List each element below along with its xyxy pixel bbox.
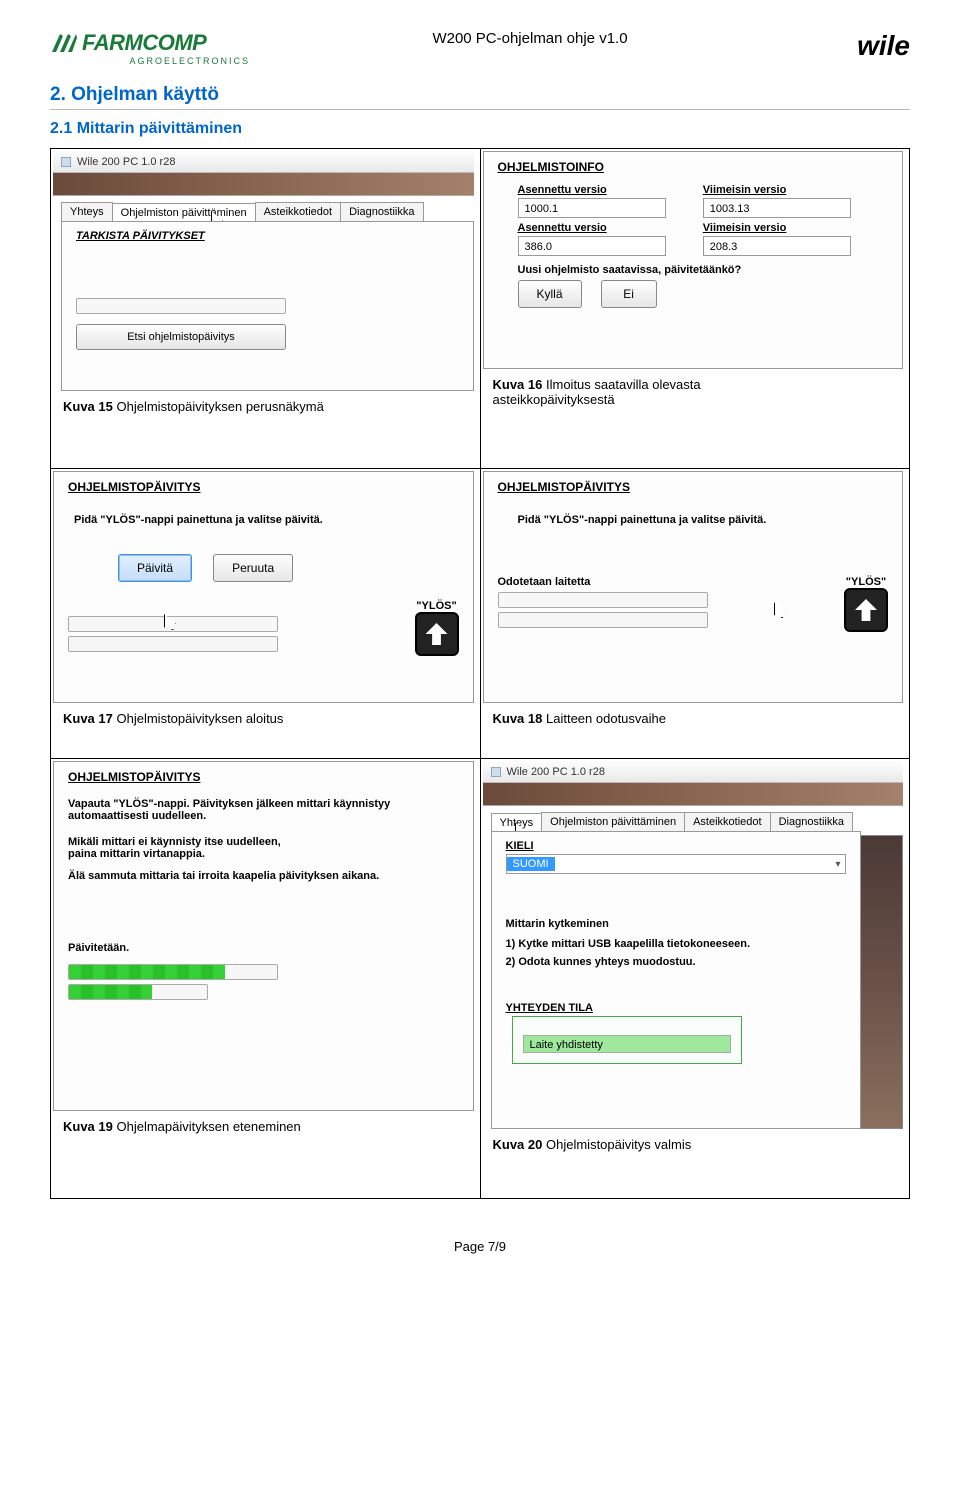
connection-status-label: YHTEYDEN TILA [506,1002,860,1014]
update-button[interactable]: Päivitä [118,554,192,582]
progress-bar-1 [69,965,225,979]
window-icon [491,767,501,777]
latest-version-label-1: Viimeisin versio [703,184,868,196]
release-instruction-2b: paina mittarin virtanappia. [68,848,459,860]
figure-grid: Wile 200 PC 1.0 r28 Yhteys Ohjelmiston p… [50,148,910,1199]
updating-label: Päivitetään. [68,942,459,954]
section-heading-2: 2.1 Mittarin päivittäminen [50,120,910,138]
device-photo-placeholder [861,835,904,1129]
hold-up-instruction-2: Pidä "YLÖS"-nappi painettuna ja valitse … [518,514,889,526]
window-icon [61,157,71,167]
installed-version-label-1: Asennettu versio [518,184,683,196]
installed-version-value-2: 386.0 [518,236,667,256]
language-label: KIELI [506,840,846,852]
ylos-label-1: "YLÖS" [415,600,459,612]
caption-kuva-19: Kuva 19 Ohjelmapäivityksen eteneminen [51,1111,480,1144]
window-title-text: Wile 200 PC 1.0 r28 [507,766,605,778]
tab-diagnostiikka[interactable]: Diagnostiikka [770,812,853,831]
latest-version-value-1: 1003.13 [703,198,852,218]
page-footer: Page 7/9 [50,1239,910,1254]
document-title: W200 PC-ohjelman ohje v1.0 [250,30,810,47]
up-arrow-icon [844,588,888,632]
tab-paivitys[interactable]: Ohjelmiston päivittäminen [541,812,685,831]
tab-diagnostiikka[interactable]: Diagnostiikka [340,202,423,221]
logo-farmcomp-text: FARMCOMP [82,30,206,56]
update-question-text: Uusi ohjelmisto saatavissa, päivitetäänk… [498,256,889,280]
language-select[interactable]: SUOMI ▾ [506,854,846,874]
waiting-device-text: Odotetaan laitetta [498,576,708,588]
ylos-label-2: "YLÖS" [844,576,888,588]
language-selected: SUOMI [507,857,555,871]
caption-kuva-17: Kuva 17 Ohjelmistopäivityksen aloitus [51,703,480,736]
connect-title: Mittarin kytkeminen [506,918,846,930]
hold-up-instruction-1: Pidä "YLÖS"-nappi painettuna ja valitse … [74,514,459,526]
page-header: FARMCOMP AGROELECTRONICS W200 PC-ohjelma… [50,30,910,66]
cancel-button[interactable]: Peruuta [213,554,293,582]
chevron-down-icon: ▾ [835,859,840,870]
installed-version-value-1: 1000.1 [518,198,667,218]
tab-asteikko[interactable]: Asteikkotiedot [684,812,770,831]
caption-kuva-20: Kuva 20 Ohjelmistopäivitys valmis [481,1129,910,1162]
tab-asteikko[interactable]: Asteikkotiedot [255,202,341,221]
latest-version-value-2: 208.3 [703,236,852,256]
progress-bar-2 [69,985,152,999]
section-heading-1: 2. Ohjelman käyttö [50,84,910,110]
logo-farmcomp: FARMCOMP AGROELECTRONICS [50,30,250,66]
window-title-text: Wile 200 PC 1.0 r28 [77,156,175,168]
latest-version-label-2: Viimeisin versio [703,222,868,234]
tab-yhteys[interactable]: Yhteys [61,202,113,221]
caption-kuva-16: Kuva 16 Ilmoitus saatavilla olevastaaste… [481,369,910,417]
release-instruction-2a: Mikäli mittari ei käynnisty itse uudelle… [68,836,459,848]
no-button[interactable]: Ei [601,280,657,308]
leaf-icon [50,32,78,54]
find-update-button[interactable]: Etsi ohjelmistopäivitys [76,324,286,350]
caption-kuva-18: Kuva 18 Laitteen odotusvaihe [481,703,910,736]
software-update-title-2: OHJELMISTOPÄIVITYS [498,480,889,494]
window-header-image [53,173,474,196]
tab-paivitys[interactable]: Ohjelmiston päivittäminen [112,203,256,222]
window-titlebar: Wile 200 PC 1.0 r28 [53,151,474,173]
installed-version-label-2: Asennettu versio [518,222,683,234]
release-instruction-1: Vapauta "YLÖS"-nappi. Päivityksen jälkee… [68,798,459,822]
software-update-title-3: OHJELMISTOPÄIVITYS [68,770,459,784]
software-info-title: OHJELMISTOINFO [498,160,889,174]
connection-status-value: Laite yhdistetty [523,1035,731,1053]
connect-step-2: 2) Odota kunnes yhteys muodostuu. [506,956,846,968]
up-arrow-icon [415,612,459,656]
software-update-title-1: OHJELMISTOPÄIVITYS [68,480,459,494]
release-instruction-3: Älä sammuta mittaria tai irroita kaapeli… [68,870,459,882]
logo-wile: wile [857,30,910,61]
yes-button[interactable]: Kyllä [518,280,582,308]
window-titlebar: Wile 200 PC 1.0 r28 [483,761,904,783]
window-header-image [483,783,904,806]
logo-farmcomp-sub: AGROELECTRONICS [50,56,250,66]
connect-step-1: 1) Kytke mittari USB kaapelilla tietokon… [506,938,846,950]
caption-kuva-15: Kuva 15 Ohjelmistopäivityksen perusnäkym… [51,391,480,424]
check-updates-label: TARKISTA PÄIVITYKSET [76,230,459,242]
